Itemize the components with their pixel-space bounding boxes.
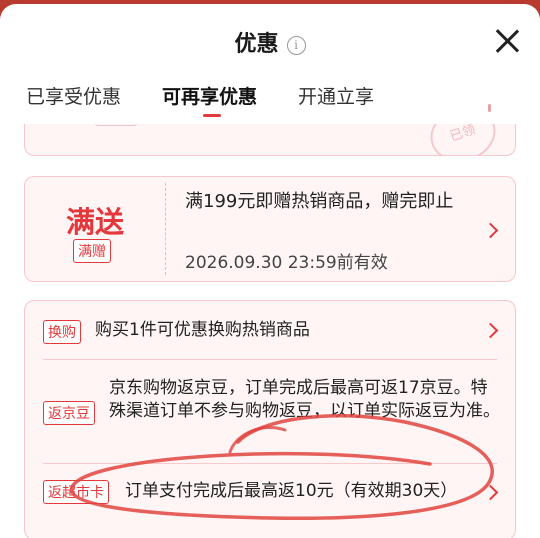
offer-list[interactable]: 已领 满送 满赠 满199元即赠热销商品，赠完即止 2026.09.30 23:…	[0, 124, 540, 538]
scroll-indicator	[488, 104, 491, 112]
gift-description: 满199元即赠热销商品，赠完即止	[185, 191, 454, 212]
gift-offer-left: 满送 满赠	[25, 177, 165, 281]
tab-open-enjoy[interactable]: 开通立享	[298, 82, 374, 109]
promo-row-jingdou[interactable]: 返京豆 京东购物返京豆，订单完成后最高可返17京豆。特殊渠道订单不参与购物返豆，…	[25, 359, 517, 463]
info-icon[interactable]: i	[286, 36, 306, 55]
active-tab-indicator	[203, 114, 221, 117]
supermarket-card-text: 订单支付完成后最高返10元（有效期30天）	[125, 481, 458, 501]
coupon-card-partial[interactable]: 已领	[24, 124, 516, 156]
promo-card: 换购 购买1件可优惠换购热销商品 返京豆 京东购物返京豆，订单完成后最高可返17…	[24, 300, 516, 538]
sheet-header: 优惠 i	[0, 4, 540, 74]
close-icon[interactable]	[494, 28, 520, 54]
gift-expiry: 2026.09.30 23:59前有效	[185, 253, 388, 273]
sheet-title: 优惠 i	[0, 26, 540, 58]
tab-enjoyed[interactable]: 已享受优惠	[26, 82, 121, 109]
jingdou-tag: 返京豆	[43, 401, 95, 425]
tag-peek	[95, 124, 137, 126]
promo-row-supermarket-card[interactable]: 返超市卡 订单支付完成后最高返10元（有效期30天）	[25, 463, 517, 533]
page-title: 优惠	[234, 32, 279, 57]
gift-offer-card[interactable]: 满送 满赠 满199元即赠热销商品，赠完即止 2026.09.30 23:59前…	[24, 176, 516, 282]
gift-offer-type: 满送	[65, 205, 124, 239]
exchange-text: 购买1件可优惠换购热销商品	[95, 320, 310, 340]
card-divider	[165, 183, 166, 275]
jingdou-text: 京东购物返京豆，订单完成后最高可返17京豆。特殊渠道订单不参与购物返豆，以订单实…	[109, 378, 500, 421]
gift-tag: 满赠	[73, 239, 111, 263]
supermarket-card-tag: 返超市卡	[43, 480, 109, 504]
tab-bar: 已享受优惠 可再享优惠 开通立享	[0, 82, 540, 122]
tab-more-offers[interactable]: 可再享优惠	[162, 82, 257, 109]
exchange-tag: 换购	[43, 320, 81, 344]
promo-row-exchange[interactable]: 换购 购买1件可优惠换购热销商品	[25, 301, 517, 359]
coupon-sheet: 优惠 i 已享受优惠 可再享优惠 开通立享 已领 满送 满赠 满199元即赠热销商…	[0, 4, 540, 538]
chevron-right-icon[interactable]	[482, 222, 499, 239]
claimed-stamp: 已领	[423, 124, 503, 155]
chevron-right-icon[interactable]	[482, 322, 499, 339]
